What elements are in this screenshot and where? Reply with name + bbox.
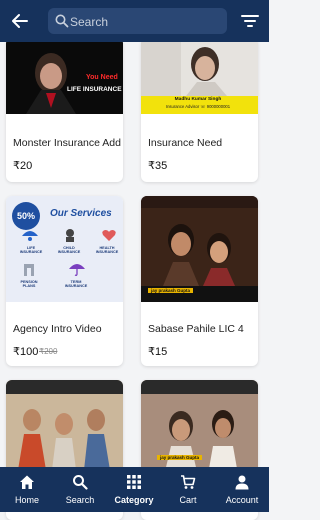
product-title: Insurance Need	[148, 137, 223, 149]
health-insurance-icon	[102, 230, 116, 241]
term-insurance-icon	[69, 264, 85, 276]
product-price: ₹15	[148, 346, 168, 358]
thumb-caption-white: LIFE INSURANCE	[67, 86, 122, 93]
filter-menu-button[interactable]	[240, 11, 260, 31]
services-heading: Our Services	[50, 208, 112, 219]
product-thumbnail: You Need LIFE INSURANCE	[6, 38, 123, 114]
child-insurance-icon	[66, 229, 74, 242]
advisor-name: Madhu Kumar Singh	[174, 97, 222, 102]
life-insurance-icon	[22, 231, 38, 241]
nav-home[interactable]: Home	[0, 467, 54, 512]
nav-search[interactable]: Search	[53, 467, 107, 512]
product-title: Monster Insurance Add	[13, 137, 121, 149]
nav-account[interactable]: Account	[215, 467, 269, 512]
service-label: HEALTH INSURANCE	[95, 246, 119, 254]
back-button[interactable]	[6, 7, 34, 35]
product-card[interactable]: Madhu Kumar Singh Insurance Advisor ☏ 90…	[141, 38, 258, 182]
advisor-contact: Insurance Advisor ☏ 9000000001	[165, 104, 231, 109]
top-app-bar	[0, 0, 269, 42]
search-icon	[73, 475, 88, 490]
service-label: CHILD INSURANCE	[57, 246, 81, 254]
service-label: PENSION PLANS	[20, 280, 38, 288]
agent-name-tag: jay prakash Gupta	[148, 288, 194, 293]
product-title: Sabase Pahile LIC 4	[148, 323, 244, 335]
search-input[interactable]	[68, 8, 222, 36]
grid-icon	[127, 475, 141, 489]
thumb-caption-red: You Need	[86, 74, 118, 81]
discount-badge: 50%	[12, 202, 40, 230]
product-card[interactable]: 50% Our Services LIFE INSURANCE CHILD IN…	[6, 196, 123, 366]
search-bar[interactable]	[48, 8, 227, 36]
nav-category[interactable]: Category	[107, 467, 161, 512]
product-card[interactable]: You Need LIFE INSURANCE Monster Insuranc…	[6, 38, 123, 182]
product-thumbnail: jay prakash Gupta	[141, 380, 258, 480]
product-title: Agency Intro Video	[13, 323, 102, 335]
product-thumbnail	[6, 380, 123, 480]
product-price: ₹20	[13, 160, 33, 172]
product-thumbnail: 50% Our Services LIFE INSURANCE CHILD IN…	[6, 196, 123, 302]
product-card[interactable]: jay prakash Gupta Sabase Pahile LIC 4 ₹1…	[141, 196, 258, 366]
product-price: ₹35	[148, 160, 168, 172]
product-thumbnail: jay prakash Gupta	[141, 196, 258, 302]
nav-label: Account	[225, 495, 259, 505]
product-thumbnail: Madhu Kumar Singh Insurance Advisor ☏ 90…	[141, 38, 258, 114]
nav-label: Cart	[179, 495, 197, 505]
nav-label: Home	[14, 495, 39, 505]
agent-name-tag: jay prakash Gupta	[157, 455, 203, 460]
cart-icon	[181, 475, 196, 489]
arrow-left-icon	[12, 14, 28, 28]
bottom-navigation: Home Search Category Cart Account	[0, 467, 269, 512]
account-icon	[235, 475, 249, 490]
home-icon	[20, 475, 34, 489]
pension-plans-icon	[24, 264, 34, 276]
product-mrp: ₹200	[39, 347, 58, 356]
service-label: LIFE INSURANCE	[19, 246, 43, 254]
filter-lines-icon	[241, 15, 259, 27]
service-label: TERM INSURANCE	[64, 280, 88, 288]
nav-label: Category	[114, 495, 154, 505]
nav-label: Search	[65, 495, 95, 505]
product-price: ₹100	[13, 346, 39, 358]
nav-cart[interactable]: Cart	[161, 467, 215, 512]
